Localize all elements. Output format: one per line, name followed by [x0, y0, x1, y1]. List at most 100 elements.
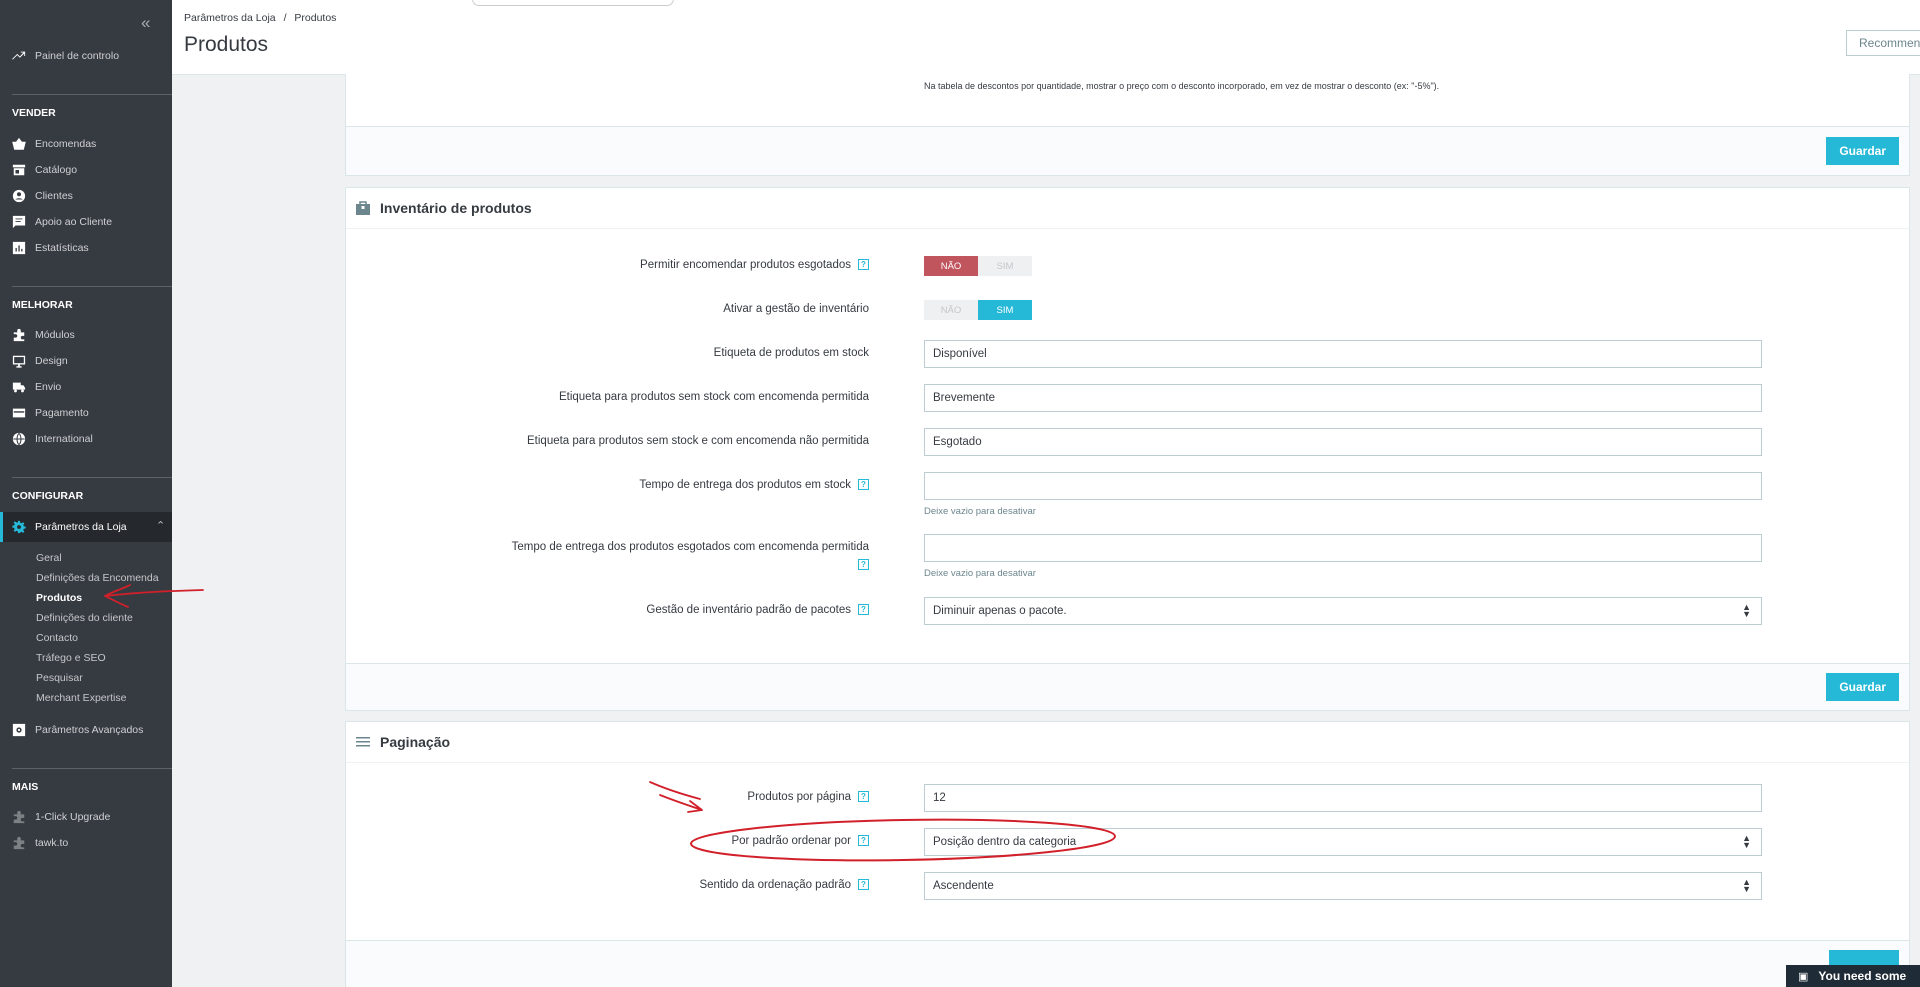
panel-footer: Guardar	[346, 663, 1909, 710]
label-text: Permitir encomendar produtos esgotados	[640, 259, 851, 271]
per-page-input[interactable]: 12	[924, 784, 1762, 812]
sidebar-item-design[interactable]: Design	[12, 351, 68, 371]
label-text: Por padrão ordenar por	[731, 835, 851, 847]
allow-oos-label: Permitir encomendar produtos esgotados?	[640, 259, 869, 271]
products-general-panel: Na tabela de descontos por quantidade, m…	[345, 74, 1910, 176]
monitor-icon	[12, 354, 26, 368]
breadcrumb-current: Produtos	[294, 12, 337, 24]
sidebar-item-label: Design	[35, 355, 68, 367]
pack-stock-select[interactable]: Diminuir apenas o pacote. ▲ ▼	[924, 597, 1762, 625]
switch-no-option[interactable]: NÃO	[924, 256, 978, 276]
puzzle-icon	[12, 836, 26, 850]
order-direction-label: Sentido da ordenação padrão?	[699, 879, 869, 891]
sidebar-item-label: Parâmetros Avançados	[35, 724, 144, 736]
sidebar-divider	[12, 286, 172, 287]
section-configurar: CONFIGURAR	[12, 490, 84, 502]
sidebar-item-support[interactable]: Apoio ao Cliente	[12, 212, 112, 232]
submenu-contact[interactable]: Contacto	[36, 632, 78, 644]
delivery-oos-input[interactable]	[924, 534, 1762, 562]
section-vender: VENDER	[12, 107, 56, 119]
sidebar-item-international[interactable]: International	[12, 429, 93, 449]
active-item-indicator	[0, 512, 3, 542]
order-by-select[interactable]: Posição dentro da categoria ▲ ▼	[924, 828, 1762, 856]
chat-widget-text: You need some	[1818, 969, 1907, 983]
sidebar: « Painel de controlo VENDER Encomendas C…	[0, 0, 172, 987]
stock-management-switch[interactable]: NÃO SIM	[924, 300, 1032, 320]
sidebar-item-label: Estatísticas	[35, 242, 89, 254]
sidebar-item-shop-parameters[interactable]: Parâmetros da Loja	[12, 517, 127, 537]
sidebar-item-label: Parâmetros da Loja	[35, 521, 127, 533]
sidebar-item-stats[interactable]: Estatísticas	[12, 238, 89, 258]
sidebar-item-1-click-upgrade[interactable]: 1-Click Upgrade	[12, 807, 110, 827]
oos-allowed-label: Etiqueta para produtos sem stock com enc…	[558, 391, 869, 403]
submenu-order-settings[interactable]: Definições da Encomenda	[36, 572, 159, 584]
help-icon[interactable]: ?	[858, 604, 869, 616]
sidebar-collapse-button[interactable]: «	[141, 14, 150, 31]
help-icon[interactable]: ?	[858, 791, 869, 803]
submenu-products[interactable]: Produtos	[36, 592, 82, 604]
save-button[interactable]: Guardar	[1826, 673, 1899, 701]
per-page-label: Produtos por página?	[747, 791, 869, 803]
label-text: Gestão de inventário padrão de pacotes	[646, 604, 851, 616]
sidebar-item-customers[interactable]: Clientes	[12, 186, 73, 206]
sidebar-item-label: International	[35, 433, 93, 445]
help-icon[interactable]: ?	[858, 259, 869, 271]
chevron-up-icon: ⌃	[156, 520, 166, 532]
chat-icon	[12, 215, 26, 229]
help-icon[interactable]: ?	[858, 559, 869, 571]
help-icon[interactable]: ?	[858, 479, 869, 491]
in-stock-label-input[interactable]: Disponível	[924, 340, 1762, 368]
help-icon[interactable]: ?	[858, 879, 869, 891]
order-by-label: Por padrão ordenar por?	[731, 835, 869, 847]
in-stock-label: Etiqueta de produtos em stock	[713, 347, 869, 359]
submenu-traffic-seo[interactable]: Tráfego e SEO	[36, 652, 106, 664]
settings-box-icon	[12, 723, 26, 737]
sidebar-divider	[12, 94, 172, 95]
allow-oos-switch[interactable]: NÃO SIM	[924, 256, 1032, 276]
delivery-in-stock-input[interactable]	[924, 472, 1762, 500]
inventory-panel: Inventário de produtos Permitir encomend…	[345, 187, 1910, 711]
breadcrumb: Parâmetros da Loja / Produtos	[184, 12, 336, 24]
sidebar-item-payment[interactable]: Pagamento	[12, 403, 89, 423]
help-icon[interactable]: ?	[858, 835, 869, 847]
sidebar-item-orders[interactable]: Encomendas	[12, 134, 96, 154]
panel-title: Inventário de produtos	[380, 200, 532, 216]
submenu-customer-settings[interactable]: Definições do cliente	[36, 612, 133, 624]
sidebar-item-label: Painel de controlo	[35, 50, 120, 62]
switch-yes-option[interactable]: SIM	[978, 300, 1032, 320]
switch-yes-option[interactable]: SIM	[978, 256, 1032, 276]
switch-no-option[interactable]: NÃO	[924, 300, 978, 320]
sidebar-item-label: Módulos	[35, 329, 75, 341]
chat-widget[interactable]: ▣ You need some	[1786, 965, 1920, 987]
sidebar-item-tawk-to[interactable]: tawk.to	[12, 833, 68, 853]
select-arrows-icon: ▲ ▼	[1742, 833, 1751, 850]
recommended-modules-button[interactable]: Recommen	[1846, 30, 1920, 56]
sidebar-item-dashboard[interactable]: Painel de controlo	[12, 46, 119, 66]
submenu-merchant-expertise[interactable]: Merchant Expertise	[36, 692, 126, 704]
sidebar-item-catalog[interactable]: Catálogo	[12, 160, 77, 180]
oos-denied-input[interactable]: Esgotado	[924, 428, 1762, 456]
save-button[interactable]: Guardar	[1826, 137, 1899, 165]
sidebar-item-shipping[interactable]: Envio	[12, 377, 61, 397]
delivery-oos-label: Tempo de entrega dos produtos esgotados …	[429, 538, 869, 574]
order-direction-select[interactable]: Ascendente ▲ ▼	[924, 872, 1762, 900]
label-text: Tempo de entrega dos produtos em stock	[639, 479, 851, 491]
pagination-panel: Paginação Produtos por página? 12 Por pa…	[345, 721, 1910, 987]
box-icon	[354, 199, 372, 217]
select-value: Diminuir apenas o pacote.	[933, 605, 1067, 617]
sidebar-item-advanced-parameters[interactable]: Parâmetros Avançados	[12, 720, 143, 740]
breadcrumb-parent[interactable]: Parâmetros da Loja	[184, 12, 276, 24]
sidebar-item-label: Catálogo	[35, 164, 78, 176]
select-arrows-icon: ▲ ▼	[1742, 602, 1751, 619]
submenu-search[interactable]: Pesquisar	[36, 672, 83, 684]
globe-icon	[12, 432, 26, 446]
oos-denied-label: Etiqueta para produtos sem stock e com e…	[527, 435, 869, 447]
select-arrows-icon: ▲ ▼	[1742, 877, 1751, 894]
account-circle-icon	[12, 189, 26, 203]
page-header: Parâmetros da Loja / Produtos Produtos R…	[172, 0, 1920, 75]
oos-allowed-input[interactable]: Brevemente	[924, 384, 1762, 412]
sidebar-item-modules[interactable]: Módulos	[12, 325, 75, 345]
pack-stock-label: Gestão de inventário padrão de pacotes?	[646, 604, 869, 616]
submenu-general[interactable]: Geral	[36, 552, 62, 564]
search-input[interactable]	[472, 0, 674, 6]
